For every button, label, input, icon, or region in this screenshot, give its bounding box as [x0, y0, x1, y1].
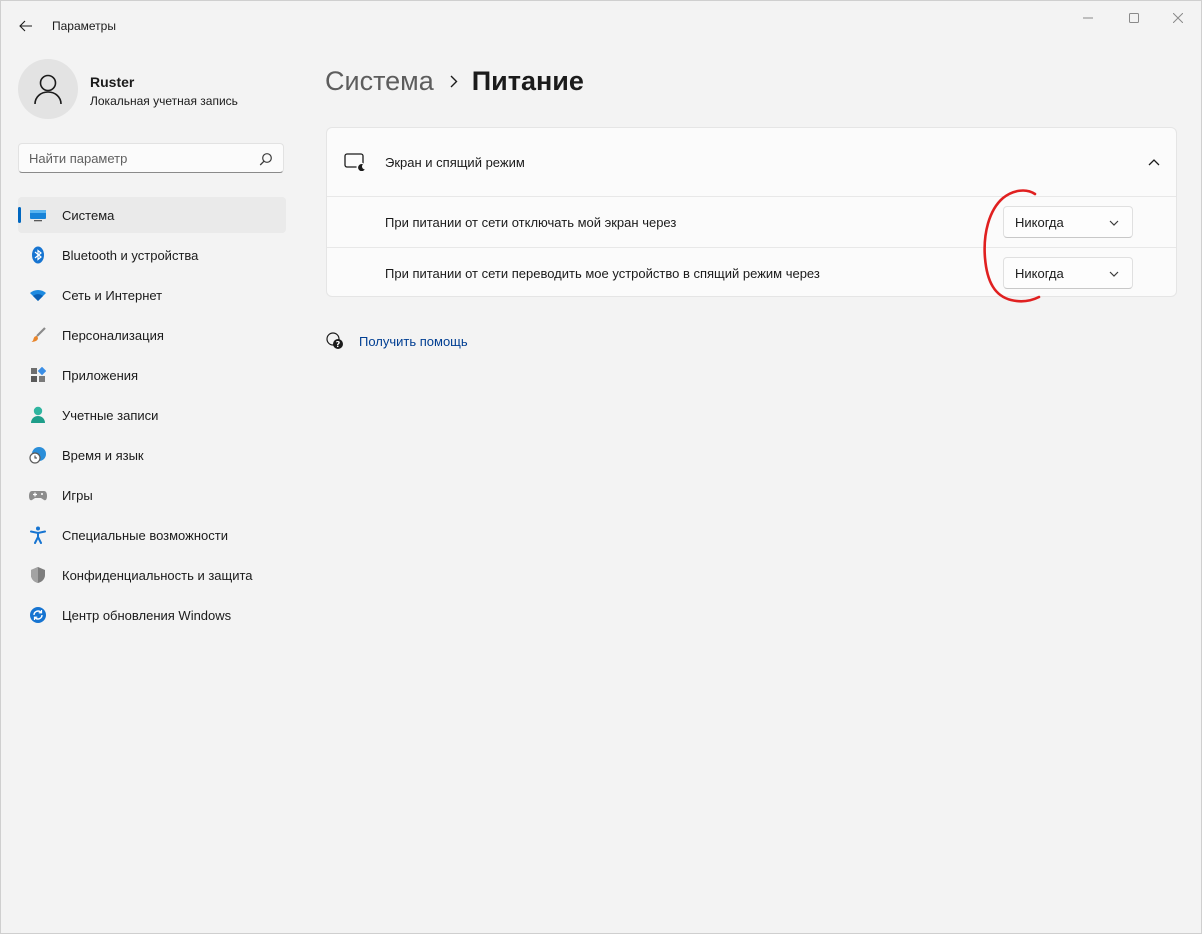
- sidebar-item-apps[interactable]: Приложения: [18, 357, 286, 393]
- sidebar-item-label: Специальные возможности: [62, 528, 228, 543]
- chevron-down-icon: [1109, 220, 1119, 226]
- wifi-icon: [29, 286, 47, 304]
- sidebar-item-label: Учетные записи: [62, 408, 159, 423]
- sidebar-item-gaming[interactable]: Игры: [18, 477, 286, 513]
- windows-update-icon: [29, 606, 47, 624]
- dropdown-value: Никогда: [1015, 266, 1064, 281]
- accounts-icon: [29, 406, 47, 424]
- sidebar-item-label: Персонализация: [62, 328, 164, 343]
- get-help-link[interactable]: Получить помощь: [359, 334, 468, 349]
- screen-sleep-title: Экран и спящий режим: [385, 155, 525, 170]
- title-bar: Параметры: [1, 1, 1201, 49]
- settings-window: Параметры Ruster Локальная учетная запис…: [0, 0, 1202, 934]
- help-chat-icon: ?: [326, 332, 343, 349]
- screen-sleep-card: Экран и спящий режим При питании от сети…: [326, 127, 1177, 297]
- search-input[interactable]: [29, 150, 249, 166]
- search-box[interactable]: [18, 143, 284, 173]
- sidebar-item-bluetooth[interactable]: Bluetooth и устройства: [18, 237, 286, 273]
- account-type: Локальная учетная запись: [90, 94, 238, 108]
- person-icon: [34, 74, 62, 105]
- sidebar-item-time-language[interactable]: Время и язык: [18, 437, 286, 473]
- apps-icon: [29, 366, 47, 384]
- sidebar-item-label: Игры: [62, 488, 93, 503]
- screen-off-row: При питании от сети отключать мой экран …: [327, 197, 1176, 248]
- sidebar-item-label: Конфиденциальность и защита: [62, 568, 253, 583]
- get-help[interactable]: ? Получить помощь: [325, 331, 468, 351]
- sidebar-item-label: Время и язык: [62, 448, 144, 463]
- maximize-button[interactable]: [1111, 1, 1157, 35]
- back-button[interactable]: [11, 11, 41, 41]
- sidebar-item-system[interactable]: Система: [18, 197, 286, 233]
- search-icon[interactable]: [259, 152, 273, 166]
- app-title: Параметры: [52, 19, 116, 33]
- sidebar-item-label: Сеть и Интернет: [62, 288, 163, 303]
- bluetooth-icon: [29, 246, 47, 264]
- shield-icon: [29, 566, 47, 584]
- time-language-icon: [29, 446, 47, 464]
- gamepad-icon: [29, 486, 47, 504]
- sidebar-item-label: Приложения: [62, 368, 139, 383]
- sidebar-item-accounts[interactable]: Учетные записи: [18, 397, 286, 433]
- minimize-button[interactable]: [1065, 1, 1111, 35]
- sidebar-item-label: Bluetooth и устройства: [62, 248, 199, 263]
- sidebar-item-privacy[interactable]: Конфиденциальность и защита: [18, 557, 286, 593]
- sleep-dropdown[interactable]: Никогда: [1003, 257, 1133, 289]
- screen-sleep-header[interactable]: Экран и спящий режим: [327, 128, 1176, 197]
- svg-text:?: ?: [336, 340, 341, 349]
- sidebar-item-label: Центр обновления Windows: [62, 608, 232, 623]
- sidebar-item-personalization[interactable]: Персонализация: [18, 317, 286, 353]
- chevron-up-icon[interactable]: [1144, 152, 1164, 172]
- back-arrow-icon: [19, 20, 32, 32]
- sidebar-item-label: Система: [62, 208, 115, 223]
- chevron-right-icon: [450, 75, 458, 88]
- page-title: Питание: [471, 65, 584, 96]
- breadcrumb: Система Питание: [325, 61, 584, 101]
- close-icon: [1173, 13, 1183, 23]
- close-button[interactable]: [1155, 1, 1201, 35]
- avatar[interactable]: [18, 59, 78, 119]
- sidebar-item-accessibility[interactable]: Специальные возможности: [18, 517, 286, 553]
- sidebar-nav: Система Bluetooth и устройства Сеть и Ин…: [18, 197, 286, 637]
- breadcrumb-parent[interactable]: Система: [325, 66, 434, 97]
- accessibility-icon: [29, 526, 47, 544]
- maximize-icon: [1129, 13, 1139, 23]
- paintbrush-icon: [29, 326, 47, 344]
- screen-sleep-icon: [344, 153, 366, 171]
- sleep-row: При питании от сети переводить мое устро…: [327, 248, 1176, 298]
- dropdown-value: Никогда: [1015, 215, 1064, 230]
- minimize-icon: [1083, 17, 1093, 19]
- system-display-icon: [29, 206, 47, 224]
- sidebar-item-windows-update[interactable]: Центр обновления Windows: [18, 597, 286, 633]
- user-name: Ruster: [90, 74, 135, 90]
- sidebar-item-network[interactable]: Сеть и Интернет: [18, 277, 286, 313]
- sleep-label: При питании от сети переводить мое устро…: [385, 266, 820, 281]
- screen-off-label: При питании от сети отключать мой экран …: [385, 215, 677, 230]
- screen-off-dropdown[interactable]: Никогда: [1003, 206, 1133, 238]
- chevron-down-icon: [1109, 271, 1119, 277]
